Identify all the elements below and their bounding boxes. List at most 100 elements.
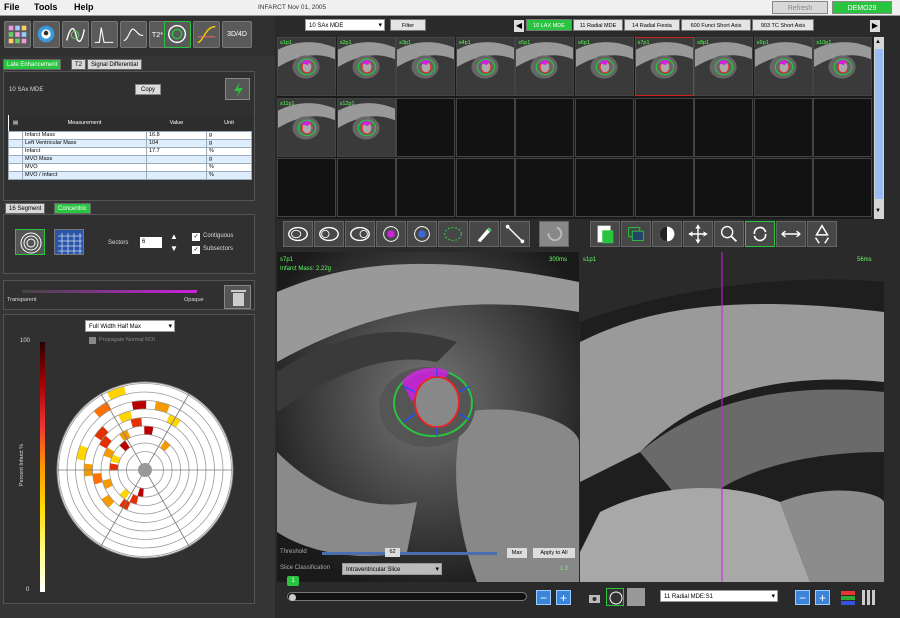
thumbnail-cell[interactable] bbox=[277, 158, 336, 217]
color-map-icon[interactable] bbox=[840, 589, 856, 606]
sector-down-icon[interactable]: ▼ bbox=[170, 244, 178, 253]
refresh-button[interactable]: Refresh bbox=[772, 1, 828, 14]
table-row[interactable]: MVO Mass g bbox=[8, 154, 252, 164]
cine-mode-icon[interactable] bbox=[606, 588, 624, 606]
subsectors-checkbox[interactable]: ✓ bbox=[192, 246, 200, 254]
mvo-roi-icon[interactable] bbox=[407, 221, 437, 247]
thumbnail-cell[interactable]: s12p1 bbox=[336, 97, 396, 157]
thumbnail-cell[interactable]: s5p1 bbox=[515, 37, 575, 96]
thumbnail-cell[interactable]: s1p1 bbox=[277, 37, 336, 96]
filmstrip-icon[interactable] bbox=[860, 589, 878, 606]
series-minus-button[interactable]: − bbox=[795, 590, 810, 605]
apply-to-all-button[interactable]: Apply to All bbox=[533, 548, 575, 558]
pen-edit-icon[interactable] bbox=[469, 221, 499, 247]
table-row[interactable]: Infarct Mass 16.8 g bbox=[8, 130, 252, 140]
phase-plus-button[interactable]: + bbox=[556, 590, 571, 605]
thumbnail-cell[interactable]: s3p1 bbox=[396, 37, 456, 96]
rotate-icon[interactable] bbox=[745, 221, 775, 247]
reset-icon[interactable] bbox=[807, 221, 837, 247]
viewport-left[interactable]: s7p1 Infarct Mass: 2.22g 300ms Threshold… bbox=[277, 252, 579, 582]
rv-contour-icon[interactable] bbox=[345, 221, 375, 247]
function-analysis-icon[interactable] bbox=[62, 21, 89, 48]
myocardial-evaluation-icon[interactable] bbox=[164, 21, 191, 48]
grid-view-icon[interactable] bbox=[54, 229, 84, 255]
thumbnail-cell[interactable] bbox=[575, 97, 634, 157]
infarct-roi-icon[interactable] bbox=[376, 221, 406, 247]
flow-curve-icon[interactable] bbox=[91, 21, 118, 48]
thumbnail-cell[interactable]: s11p1 bbox=[277, 97, 336, 157]
epi-contour-icon[interactable] bbox=[314, 221, 344, 247]
trash-icon[interactable] bbox=[224, 285, 251, 309]
scroll-up-icon[interactable]: ▲ bbox=[875, 39, 881, 45]
perfusion-curve-icon[interactable] bbox=[120, 21, 147, 48]
undo-icon[interactable] bbox=[539, 221, 569, 247]
scroll-thumb[interactable] bbox=[875, 49, 883, 199]
phase-slider[interactable] bbox=[287, 592, 527, 601]
tab-concentric[interactable]: Concentric bbox=[54, 203, 91, 214]
tab-t2[interactable]: T2 bbox=[71, 59, 87, 70]
demo-button[interactable]: DEMO29 bbox=[832, 1, 892, 14]
thumbnail-cell[interactable] bbox=[336, 158, 396, 217]
thumbnail-cell[interactable] bbox=[694, 97, 754, 157]
flip-icon[interactable] bbox=[776, 221, 806, 247]
layer-icon[interactable] bbox=[621, 221, 651, 247]
menu-help[interactable]: Help bbox=[74, 2, 94, 12]
camera-icon[interactable] bbox=[587, 590, 602, 605]
thumbnail-cell[interactable] bbox=[396, 97, 456, 157]
pan-icon[interactable] bbox=[683, 221, 713, 247]
thumbnail-cell[interactable] bbox=[694, 158, 754, 217]
thumbnail-scrollbar[interactable]: ▲ ▼ bbox=[874, 37, 884, 219]
thumbnail-cell[interactable] bbox=[455, 158, 515, 217]
thumbnail-cell[interactable] bbox=[813, 97, 873, 157]
table-row[interactable]: Left Ventricular Mass 104 g bbox=[8, 138, 252, 148]
auto-segment-icon[interactable] bbox=[225, 78, 250, 100]
thumbnail-cell[interactable]: s10p1 bbox=[813, 37, 873, 96]
line-tool-icon[interactable] bbox=[500, 221, 530, 247]
menu-tools[interactable]: Tools bbox=[34, 2, 57, 12]
threshold-value[interactable]: 62 bbox=[385, 548, 400, 557]
3d-4d-button[interactable]: 3D/4D bbox=[222, 21, 252, 48]
table-row[interactable]: MVO / Infarct% bbox=[8, 170, 252, 180]
freehand-roi-icon[interactable] bbox=[438, 221, 468, 247]
thumbnail-grid-icon[interactable] bbox=[4, 21, 31, 48]
thumbnail-cell[interactable] bbox=[634, 158, 694, 217]
table-row[interactable]: MVO% bbox=[8, 162, 252, 172]
thumbnail-cell[interactable] bbox=[753, 97, 813, 157]
report-icon[interactable] bbox=[590, 221, 620, 247]
series-select-bottom[interactable]: 11 Radial MDE:S1 bbox=[660, 590, 778, 603]
thumbnail-cell[interactable] bbox=[634, 97, 694, 157]
contiguous-checkbox[interactable]: ✓ bbox=[192, 233, 200, 241]
thumbnail-cell[interactable] bbox=[396, 158, 456, 217]
thumbnail-cell[interactable] bbox=[515, 158, 575, 217]
series-plus-button[interactable]: + bbox=[815, 590, 830, 605]
thumbnail-cell[interactable] bbox=[753, 158, 813, 217]
patient-globe-icon[interactable] bbox=[33, 21, 60, 48]
zoom-icon[interactable] bbox=[714, 221, 744, 247]
thumbnail-cell[interactable] bbox=[813, 158, 873, 217]
thumbnail-cell[interactable]: s9p1 bbox=[753, 37, 813, 96]
series-tab-2[interactable]: 14 Radial Fiesta bbox=[624, 19, 680, 31]
tab-signal-differential[interactable]: Signal Differential bbox=[87, 59, 142, 70]
slice-classification-dropdown[interactable]: Intraventricular Slice bbox=[342, 563, 442, 576]
thumbnail-cell[interactable]: s6p1 bbox=[575, 37, 634, 96]
propagate-checkbox[interactable] bbox=[89, 337, 96, 344]
next-series-icon[interactable]: ▶ bbox=[870, 20, 880, 32]
thumbnail-cell[interactable]: s2p1 bbox=[336, 37, 396, 96]
thumbnail-cell[interactable]: s7p1 bbox=[634, 37, 694, 96]
endo-contour-icon[interactable] bbox=[283, 221, 313, 247]
phase-slider-thumb[interactable] bbox=[289, 594, 296, 601]
table-row[interactable]: Infarct 17.7% bbox=[8, 146, 252, 156]
opacity-slider[interactable] bbox=[22, 290, 197, 293]
scroll-down-icon[interactable]: ▼ bbox=[875, 208, 881, 214]
prev-series-icon[interactable]: ◀ bbox=[514, 20, 524, 32]
t1-mapping-icon[interactable] bbox=[193, 21, 220, 48]
copy-button[interactable]: Copy bbox=[135, 84, 161, 95]
menu-file[interactable]: File bbox=[4, 2, 20, 12]
max-button[interactable]: Max bbox=[507, 548, 527, 558]
sector-up-icon[interactable]: ▲ bbox=[170, 232, 178, 241]
thumbnail-cell[interactable] bbox=[515, 97, 575, 157]
series-tab-1[interactable]: 11 Radial MDE bbox=[573, 19, 623, 31]
thumbnail-cell[interactable] bbox=[455, 97, 515, 157]
thumbnail-cell[interactable]: s8p1 bbox=[694, 37, 754, 96]
tab-late-enhancement[interactable]: Late Enhancement bbox=[3, 59, 62, 70]
